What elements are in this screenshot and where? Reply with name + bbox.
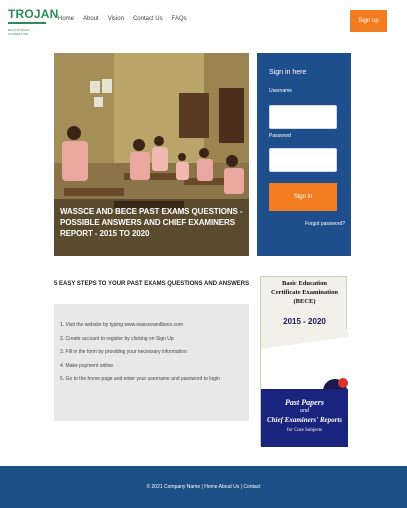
nav-home[interactable]: Home <box>58 16 74 22</box>
username-label: Username <box>269 88 293 94</box>
nav-about[interactable]: About <box>83 16 99 22</box>
nav-faqs[interactable]: FAQs <box>172 16 187 22</box>
forgot-password-link[interactable]: Forgot password? <box>305 221 345 227</box>
hero-caption: WASSCE AND BECE PAST EXAMS QUESTIONS - P… <box>60 207 243 238</box>
step-item: 4. Make payment online <box>60 362 114 369</box>
signin-title: Sign in here <box>269 69 307 76</box>
book-illustration <box>261 329 348 391</box>
logo-text: TROJAN <box>8 7 59 21</box>
nav-vision[interactable]: Vision <box>108 16 124 22</box>
book-and: and <box>300 408 309 414</box>
book-title-line1: Basic Education <box>282 280 327 287</box>
site-footer: © 2021 Company Name | Home About Us | Co… <box>0 466 407 508</box>
step-item: 2. Create account to register by clickin… <box>60 335 174 342</box>
username-input[interactable] <box>269 105 337 129</box>
signup-button[interactable]: Sign up <box>350 10 387 32</box>
step-item: 3. Fill in the form by providing your ne… <box>60 349 187 355</box>
logo-subtitle: EDUCATIONAL CONSULTING <box>8 28 31 36</box>
book-cover-image: Basic Education Certificate Examination … <box>260 276 348 447</box>
step-item: 1. Visit the website by typing www.wassc… <box>60 322 184 328</box>
password-label: Password <box>269 133 291 139</box>
signin-button[interactable]: Sign in <box>269 183 337 211</box>
signin-panel: Sign in here Username Password Sign in F… <box>257 53 351 256</box>
book-core-subjects: for Core Subjects <box>287 428 322 433</box>
logo[interactable]: TROJAN EDUCATIONAL CONSULTING <box>8 7 59 36</box>
site-header: TROJAN EDUCATIONAL CONSULTING Home About… <box>0 0 407 44</box>
footer-text: © 2021 Company Name | Home About Us | Co… <box>146 484 261 490</box>
step-item: 5. Go to the home page and enter your us… <box>60 376 220 382</box>
hero-banner: WASSCE AND BECE PAST EXAMS QUESTIONS - P… <box>54 53 249 256</box>
book-title-line3: (BECE) <box>293 298 316 305</box>
book-chief-reports: Chief Examiners' Reports <box>266 416 343 424</box>
steps-list: 1. Visit the website by typing www.wassc… <box>60 319 220 387</box>
main-nav: Home About Vision Contact Us FAQs <box>58 16 187 22</box>
steps-box: 1. Visit the website by typing www.wassc… <box>54 304 249 421</box>
logo-underline <box>8 22 46 24</box>
book-years: 2015 - 2020 <box>283 317 326 326</box>
book-title-line2: Certificate Examination <box>271 289 338 296</box>
password-input[interactable] <box>269 148 337 172</box>
book-past-papers: Past Papers <box>285 398 324 407</box>
nav-contact[interactable]: Contact Us <box>133 16 163 22</box>
steps-heading: 5 EASY STEPS TO YOUR PAST EXAMS QUESTION… <box>54 281 250 287</box>
